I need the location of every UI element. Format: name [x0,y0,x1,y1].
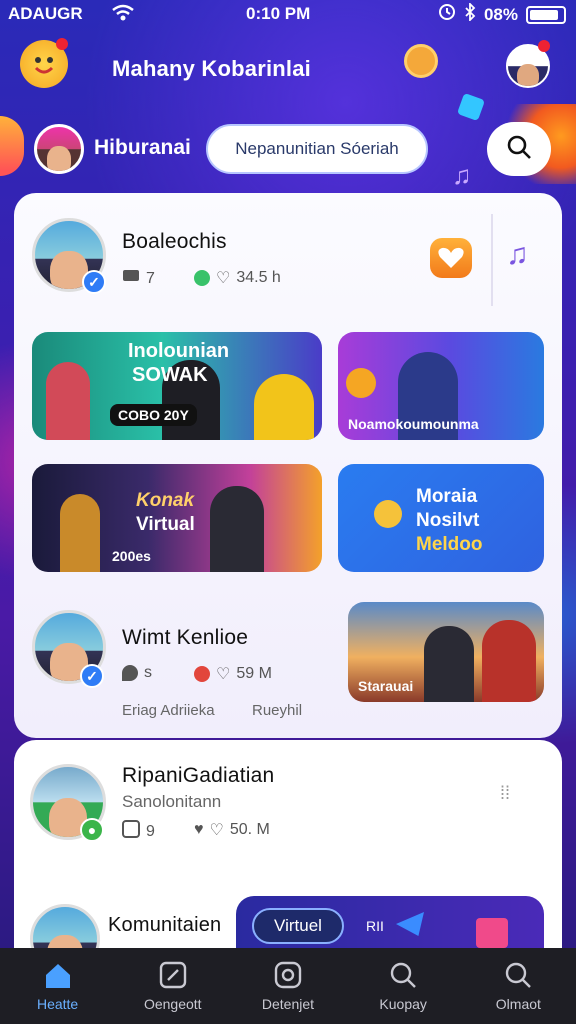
tag-link[interactable]: Rueyhil [252,702,302,719]
promo-line2: Nosilvt [416,510,480,531]
gem-decoration-icon [456,92,486,122]
tile-caption: 200es [112,548,151,564]
alarm-icon [438,3,456,26]
comment-icon [122,665,138,681]
battery-percent: 08% [483,4,518,24]
nav-label: Heatte [36,996,79,1012]
host-avatar[interactable] [34,124,84,174]
app-title: Mahany Kobarinlai [112,56,311,81]
performer-figure [254,374,314,440]
comment-icon [122,820,140,843]
verified-badge-icon: ✓ [82,270,106,294]
nav-label: Oengeott [143,996,202,1012]
search-icon [388,960,418,990]
comment-count: s [144,664,152,681]
search-icon [503,960,533,990]
divider [491,214,493,306]
video-tile[interactable]: Inolounian SOWAK COBO 20Y [32,332,322,440]
music-note-icon: ♫ [452,160,472,190]
heart-icon[interactable] [194,666,210,682]
verified-badge-icon: ✓ [80,664,104,688]
more-options-icon[interactable]: ⁞⁞ [500,784,510,802]
nav-explore[interactable]: Oengeott [123,951,223,1021]
status-bar: ADAUGR 0:10 PM 08% [0,0,576,28]
comment-count: 7 [146,269,155,287]
section-label: Hiburanai [94,136,191,159]
like-outline-icon[interactable]: ♥ [194,821,204,839]
tile-subtitle: Virtual [136,514,195,535]
performer-figure [424,626,474,702]
like-outline-icon: ♡ [209,822,224,839]
bluetooth-icon [464,1,476,26]
video-tile[interactable]: Konak Virtual 200es [32,464,322,572]
heart-reaction-button[interactable] [430,238,472,278]
performer-figure [46,362,90,440]
filter-pill-button[interactable]: Nepanunitian Sóeriah [206,124,428,174]
comment-icon [122,268,140,289]
tile-title: Konak [136,490,195,511]
emoji-sticker-icon [346,368,376,398]
video-tile[interactable]: Noamokoumounma [338,332,544,440]
heart-icon[interactable] [194,270,210,286]
profile-badge-icon [538,40,550,52]
virtual-pill-button[interactable]: Virtuel [252,908,344,944]
tag-link[interactable]: Eriag Adriieka [122,702,215,719]
carrier-label: ADAUGR [8,4,83,23]
smiley-sticker-icon [374,500,402,528]
like-count: 59 M [236,665,272,682]
search-icon [505,133,533,166]
like-outline-icon: ♡ [216,666,231,683]
wifi-icon [112,4,134,27]
user-name[interactable]: RipaniGadiatian [122,764,274,788]
user-name[interactable]: Wimt Kenlioe [122,626,248,650]
like-count: 34.5 h [236,269,281,286]
promo-tile[interactable]: Moraia Nosilvt Meldoo [338,464,544,572]
nav-search[interactable]: Kuopay [353,951,453,1021]
user-name[interactable]: Boaleochis [122,230,227,254]
thumb-caption: Starauai [358,678,414,694]
performer-figure [60,494,100,572]
comment-count: 9 [146,822,155,840]
banner-tag: RII [366,918,384,934]
nav-label: Detenjet [261,996,315,1012]
nav-label: Kuopay [379,996,427,1012]
bottom-nav: Heatte Oengeott Detenjet Kuopay Olmaot [0,948,576,1024]
compass-icon [158,960,188,990]
paper-plane-icon [396,912,424,936]
nav-create[interactable]: Detenjet [238,951,338,1021]
promo-line1: Moraia [416,486,478,507]
nav-home[interactable]: Heatte [8,951,108,1021]
live-banner[interactable]: Virtuel RII [236,896,544,952]
like-outline-icon: ♡ [216,270,231,287]
battery-icon [526,5,566,24]
fruit-decoration-icon [0,116,24,176]
search-button[interactable] [487,122,551,176]
user-subtitle: Sanolonitann [122,792,222,811]
gift-icon[interactable] [476,918,508,948]
tile-title: Inolounian [128,340,230,362]
home-icon [43,960,73,990]
performer-figure [482,620,536,702]
nav-label: Olmaot [495,996,541,1012]
video-thumbnail[interactable]: Starauai [348,602,544,702]
clock: 0:10 PM [246,4,311,23]
music-disc-icon[interactable] [404,44,438,78]
nav-profile[interactable]: Olmaot [468,951,568,1021]
performer-figure [210,486,264,572]
notification-dot-icon [56,38,68,50]
online-badge-icon: ● [80,818,104,842]
tile-subtitle: SOWAK [132,364,208,386]
camera-icon [273,960,303,990]
music-playlist-icon[interactable]: ♫ [506,238,529,272]
tile-tag: COBO 20Y [110,404,197,426]
user-name[interactable]: Komunitaien [108,914,221,937]
tile-caption: Noamokoumounma [348,416,479,432]
promo-line3: Meldoo [416,534,483,555]
like-count: 50. M [229,821,270,838]
